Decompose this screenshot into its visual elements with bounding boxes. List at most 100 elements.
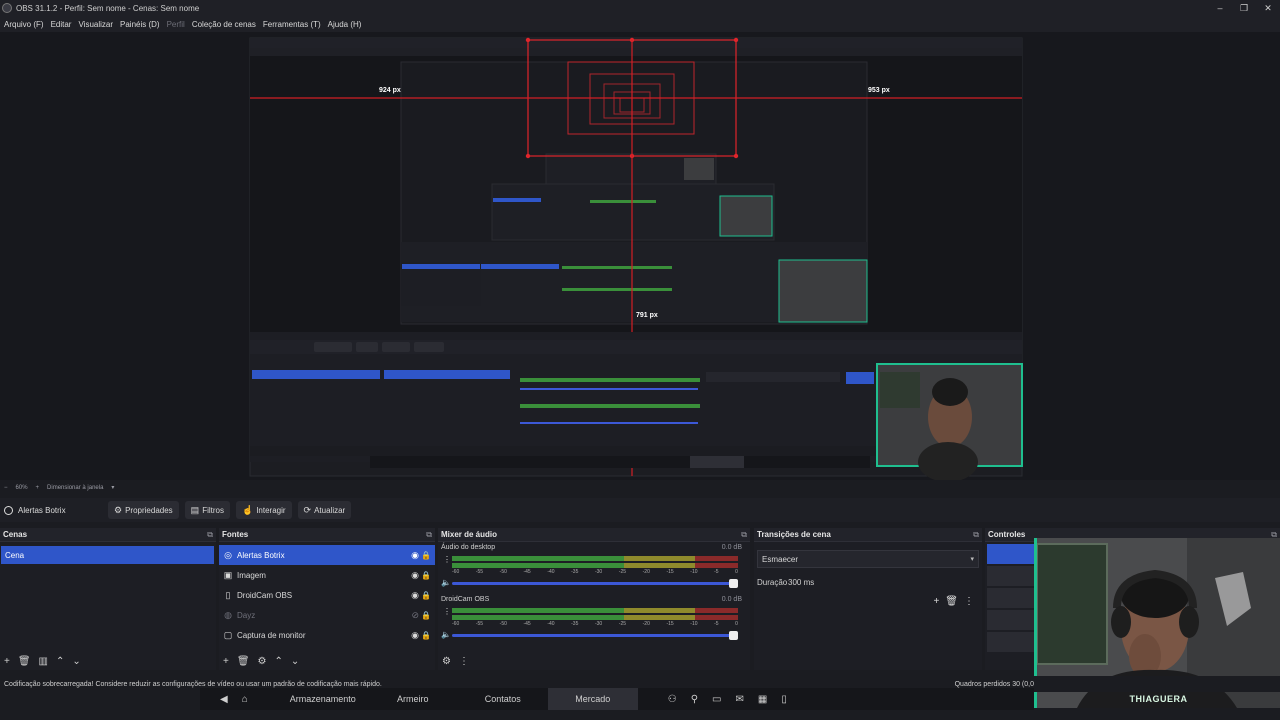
sources-dock: Fontes ⧉ ◎ Alertas Botrix ◉ 🔒 ▣ Imagem ◉… [219, 528, 435, 670]
more-icon[interactable]: ⋮ [443, 607, 451, 616]
sources-footer: + 🗑 ⚙ ⌃ ⌄ [219, 652, 435, 670]
menu-edit[interactable]: Editar [51, 20, 72, 29]
transition-select[interactable]: Esmaecer ▾ [757, 550, 979, 568]
obs-logo-icon [2, 3, 12, 13]
menu-help[interactable]: Ajuda (H) [328, 20, 362, 29]
volume-slider[interactable] [452, 579, 738, 588]
zoom-out-button[interactable]: − [4, 485, 8, 491]
scene-item[interactable]: Cena [1, 546, 214, 564]
eye-icon[interactable]: ◉ [411, 630, 419, 641]
dock-menu-icon[interactable]: ⧉ [426, 530, 432, 540]
dock-menu-icon[interactable]: ⧉ [741, 530, 747, 540]
interact-label: Interagir [256, 505, 286, 515]
move-down-icon[interactable]: ⌄ [72, 656, 80, 667]
lock-icon[interactable]: 🔒 [421, 611, 431, 620]
eye-icon[interactable]: ◉ [411, 590, 419, 601]
duration-input[interactable]: 300 ms [784, 573, 980, 591]
zoom-in-button[interactable]: + [36, 485, 40, 491]
close-button[interactable]: ✕ [1256, 0, 1280, 16]
home-icon: ⌂ [241, 693, 248, 705]
filters-button[interactable]: ▤ Filtros [184, 501, 230, 519]
globe-icon [4, 505, 13, 515]
more-icon[interactable]: ⋮ [443, 555, 451, 564]
dock-menu-icon[interactable]: ⧉ [973, 530, 979, 540]
refresh-button[interactable]: ⟳ Atualizar [297, 501, 352, 519]
zoom-dropdown-icon[interactable]: ▾ [111, 484, 114, 491]
chevron-down-icon: ▾ [970, 556, 974, 563]
lock-icon[interactable]: 🔒 [421, 591, 431, 600]
user-icon: ⚲ [690, 693, 699, 705]
mixer-dock: Mixer de áudio ⧉ Áudio do desktop 0.0 dB… [438, 528, 750, 670]
move-up-icon[interactable]: ⌃ [275, 656, 283, 667]
gamepad-icon: ◍ [224, 609, 232, 620]
preview-canvas[interactable]: 924 px 953 px 791 px [0, 32, 1280, 480]
add-icon[interactable]: + [933, 596, 939, 607]
eye-off-icon[interactable]: ⊘ [411, 610, 419, 621]
scenes-title: Cenas [3, 530, 28, 539]
transition-buttons: + 🗑 ⋮ [927, 596, 974, 607]
volume-slider[interactable] [452, 631, 738, 640]
trash-icon[interactable]: 🗑 [18, 656, 31, 667]
virtual-camera-button[interactable] [987, 588, 1035, 608]
pointer-icon: ☝ [241, 504, 254, 515]
dock-menu-icon[interactable]: ⧉ [207, 530, 213, 540]
menu-profile[interactable]: Perfil [167, 20, 185, 29]
channel-name: DroidCam OBS [441, 596, 490, 603]
menu-file[interactable]: Arquivo (F) [4, 20, 44, 29]
more-icon[interactable]: ⋮ [964, 596, 974, 607]
title-bar: OBS 31.1.2 - Perfil: Sem nome - Cenas: S… [0, 0, 1280, 16]
start-streaming-button[interactable] [987, 544, 1035, 564]
file-icon: ▯ [225, 589, 231, 600]
trash-icon[interactable]: 🗑 [945, 596, 958, 607]
bag-icon: ▦ [757, 693, 768, 705]
source-item[interactable]: ▯ DroidCam OBS ◉ 🔒 [219, 585, 435, 605]
mixer-channel: DroidCam OBS 0.0 dB ⋮ -60 -55 -50 -45 -40 -35… [438, 594, 750, 646]
source-item[interactable]: ◍ Dayz ⊘ 🔒 [219, 605, 435, 625]
source-item[interactable]: ◎ Alertas Botrix ◉ 🔒 [219, 545, 435, 565]
speaker-icon[interactable]: 🔈 [441, 578, 451, 587]
menu-view[interactable]: Visualizar [78, 20, 113, 29]
meter-ticks: -60 -55 -50 -45 -40 -35 -30 -25 -20 -15 -10 -5 0 [452, 621, 738, 627]
settings-button[interactable] [987, 632, 1035, 652]
menu-tools[interactable]: Ferramentas (T) [263, 20, 321, 29]
properties-label: Propriedades [125, 505, 173, 515]
chat-icon: ▭ [712, 693, 722, 705]
arrow-left-icon: ◀ [220, 693, 228, 705]
menu-scene-collection[interactable]: Coleção de cenas [192, 20, 256, 29]
add-icon[interactable]: + [4, 656, 10, 667]
trash-icon[interactable]: 🗑 [237, 656, 250, 667]
start-recording-button[interactable] [987, 566, 1035, 586]
add-icon[interactable]: + [223, 656, 229, 667]
lock-icon[interactable]: 🔒 [421, 551, 431, 560]
properties-button[interactable]: ⚙ Propriedades [108, 501, 179, 519]
source-item[interactable]: ▣ Imagem ◉ 🔒 [219, 565, 435, 585]
minimize-button[interactable]: – [1208, 0, 1232, 16]
measure-right-label: 953 px [868, 87, 890, 94]
menu-docks[interactable]: Painéis (D) [120, 20, 160, 29]
scene-filter-icon[interactable]: ▥ [39, 656, 48, 667]
move-up-icon[interactable]: ⌃ [56, 656, 64, 667]
eye-icon[interactable]: ◉ [411, 570, 419, 581]
transitions-dock: Transições de cena ⧉ Esmaecer ▾ Duração … [754, 528, 982, 670]
speaker-icon[interactable]: 🔈 [441, 630, 451, 639]
eye-icon[interactable]: ◉ [411, 550, 419, 561]
move-down-icon[interactable]: ⌄ [291, 656, 299, 667]
mail-icon: ✉ [735, 693, 744, 705]
studio-mode-button[interactable] [987, 610, 1035, 630]
measure-left-label: 924 px [379, 87, 401, 94]
source-item[interactable]: ▢ Captura de monitor ◉ 🔒 [219, 625, 435, 645]
gear-icon[interactable]: ⚙ [258, 656, 267, 667]
lock-icon[interactable]: 🔒 [421, 631, 431, 640]
scenes-header: Cenas ⧉ [0, 528, 216, 542]
maximize-button[interactable]: ❐ [1232, 0, 1256, 16]
interact-button[interactable]: ☝ Interagir [235, 501, 292, 519]
mixer-settings-icon[interactable]: ⚙ [442, 656, 451, 667]
duration-value: 300 ms [788, 577, 815, 587]
gear-icon: ⚙ [114, 504, 123, 515]
channel-db: 0.0 dB [721, 544, 742, 551]
zoom-mode: Dimensionar à janela [47, 484, 104, 491]
more-icon[interactable]: ⋮ [459, 656, 469, 667]
mixer-title: Mixer de áudio [441, 530, 498, 539]
lock-icon[interactable]: 🔒 [421, 571, 431, 580]
source-name: Dayz [237, 610, 256, 620]
